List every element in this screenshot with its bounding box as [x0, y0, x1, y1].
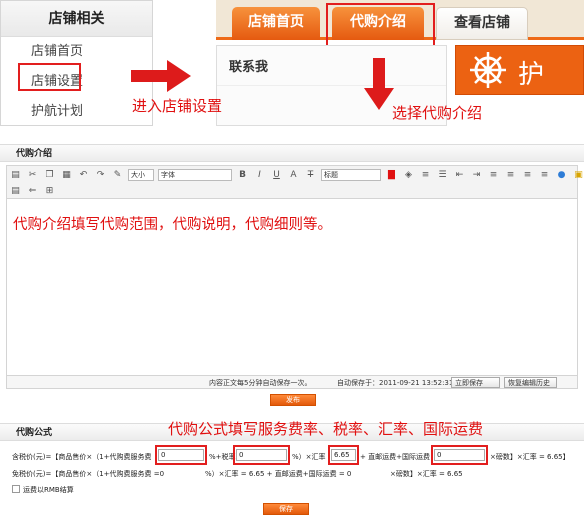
- tax-rate-input[interactable]: 0: [236, 449, 287, 461]
- annotation-intro-hint: 代购介绍填写代购范围，代购说明，代购细则等。: [13, 217, 332, 233]
- save-now-button[interactable]: 立即保存: [451, 377, 500, 388]
- editor-status-bar: 内容正文每5分钟自动保存一次。 自动保存于：2011-09-21 13:52:3…: [6, 375, 578, 389]
- intro-section-title: 代购介绍: [0, 144, 584, 162]
- tax-formula-mid2: %）×汇率: [292, 453, 326, 461]
- annotation-enter-settings: 进入店铺设置: [132, 97, 223, 115]
- free-formula-prefix: 免税价(元)=【商品售价×（1+代购费服务费 =0: [12, 470, 165, 478]
- font-size-select[interactable]: 大小: [128, 169, 154, 181]
- heading-select[interactable]: 标题: [321, 169, 381, 181]
- cut-icon[interactable]: ✂: [27, 170, 38, 181]
- paste-icon[interactable]: ▦: [61, 170, 72, 181]
- indent-icon[interactable]: ⇥: [471, 170, 482, 181]
- exchange-rate-input[interactable]: 6.65: [331, 449, 356, 461]
- font-family-select[interactable]: 字体: [158, 169, 232, 181]
- ship-wheel-icon: [470, 52, 506, 88]
- align-left-icon[interactable]: ≡: [488, 170, 499, 181]
- format-brush-icon[interactable]: ✎: [112, 170, 123, 181]
- align-right-icon[interactable]: ≡: [522, 170, 533, 181]
- right-arrow-icon: [131, 60, 191, 92]
- tax-formula-prefix: 含税价(元)=【商品售价×（1+代购费服务费: [12, 453, 152, 461]
- bold-icon[interactable]: B: [237, 170, 248, 181]
- save-formula-button[interactable]: 保存: [263, 503, 309, 515]
- highlight-purchase-intro-tab: [326, 3, 435, 48]
- undo-icon[interactable]: ↶: [78, 170, 89, 181]
- editor-toolbar: ▤ ✂ ❐ ▦ ↶ ↷ ✎ 大小 字体 B I U A T 标题 ▇ ◈ ≡ ☰…: [6, 165, 583, 199]
- outdent-icon[interactable]: ⇤: [454, 170, 465, 181]
- fullscreen-icon[interactable]: ⊞: [44, 186, 55, 197]
- free-formula-suffix: ×磅数】×汇率 = 6.65: [390, 470, 463, 478]
- rmb-shipping-label: 运费以RMB结算: [23, 486, 74, 494]
- highlight-icon[interactable]: ◈: [403, 170, 414, 181]
- justify-icon[interactable]: ≡: [539, 170, 550, 181]
- italic-icon[interactable]: I: [254, 170, 265, 181]
- banner-text: 护: [518, 60, 545, 90]
- rmb-shipping-checkbox[interactable]: [12, 485, 20, 493]
- align-center-icon[interactable]: ≡: [505, 170, 516, 181]
- image-icon[interactable]: ▣: [573, 170, 584, 181]
- line-break-icon[interactable]: ⇐: [27, 186, 38, 197]
- table-icon[interactable]: ▤: [10, 186, 21, 197]
- intro-editor-area[interactable]: 代购介绍填写代购范围，代购说明，代购细则等。: [6, 199, 578, 375]
- restore-history-button[interactable]: 恢复编辑历史: [504, 377, 557, 388]
- tax-formula-suffix: ×磅数】×汇率 = 6.65】: [490, 453, 570, 461]
- link-icon[interactable]: ●: [556, 170, 567, 181]
- font-color-icon[interactable]: A: [288, 170, 299, 181]
- publish-button[interactable]: 发布: [270, 394, 316, 406]
- annotation-select-intro: 选择代购介绍: [392, 104, 483, 122]
- contact-title: 联系我: [217, 46, 446, 86]
- tab-shop-home[interactable]: 店铺首页: [232, 7, 320, 40]
- free-formula-mid: %）×汇率 = 6.65 + 直邮运费+国际运费 = 0: [205, 470, 352, 478]
- redo-icon[interactable]: ↷: [95, 170, 106, 181]
- autosave-time: 自动保存于：2011-09-21 13:52:31: [337, 379, 454, 387]
- sidebar-item-escort-plan[interactable]: 护航计划: [1, 97, 152, 127]
- text-color-icon[interactable]: ▇: [386, 170, 397, 181]
- highlight-shop-settings: [18, 63, 81, 91]
- down-arrow-icon: [364, 58, 394, 110]
- copy-icon[interactable]: ❐: [44, 170, 55, 181]
- strikethrough-icon[interactable]: T: [305, 170, 316, 181]
- autosave-note: 内容正文每5分钟自动保存一次。: [209, 379, 312, 387]
- shipping-fee-input[interactable]: 0: [434, 449, 485, 461]
- service-rate-input[interactable]: 0: [158, 449, 204, 461]
- save-now-label: 立即保存: [455, 379, 483, 387]
- tax-formula-mid1: %+税率: [209, 453, 236, 461]
- tab-view-shop[interactable]: 查看店铺: [436, 7, 528, 40]
- ordered-list-icon[interactable]: ≡: [420, 170, 431, 181]
- restore-history-label: 恢复编辑历史: [508, 379, 550, 387]
- annotation-formula-hint: 代购公式填写服务费率、税率、汇率、国际运费: [168, 420, 484, 438]
- unordered-list-icon[interactable]: ☰: [437, 170, 448, 181]
- tax-formula-mid3: + 直邮运费+国际运费: [360, 453, 430, 461]
- sidebar-title: 店铺相关: [1, 1, 152, 37]
- underline-icon[interactable]: U: [271, 170, 282, 181]
- shop-banner: 护: [455, 45, 584, 95]
- source-icon[interactable]: ▤: [10, 170, 21, 181]
